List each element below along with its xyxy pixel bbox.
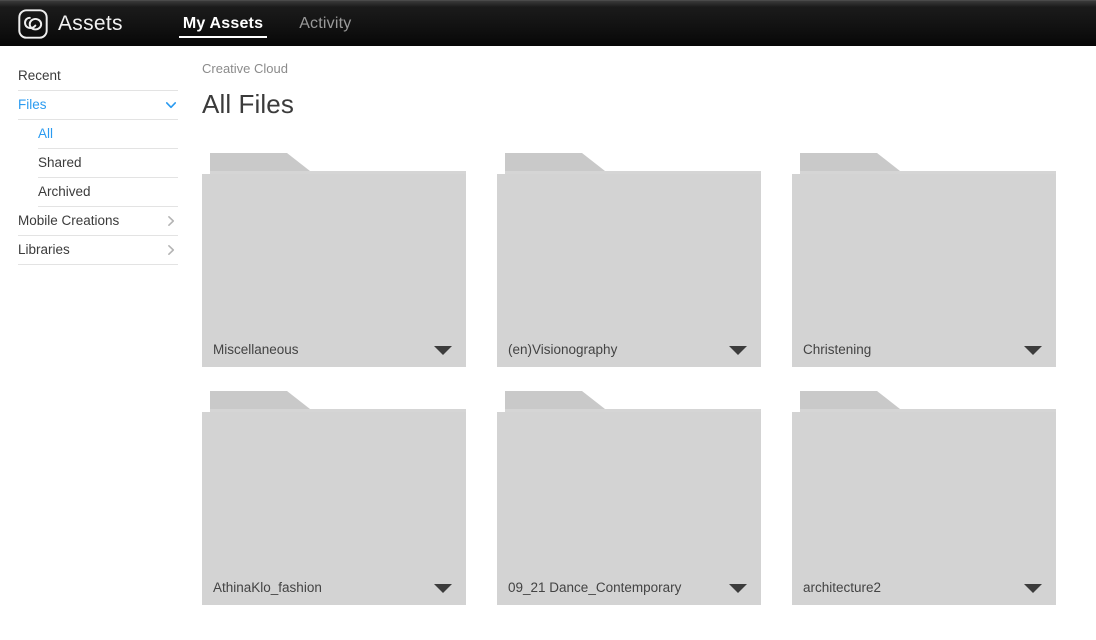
folder-thumbnail: Christening: [792, 174, 1056, 367]
caret-down-icon[interactable]: [1024, 583, 1042, 593]
sidebar-item-shared[interactable]: Shared: [38, 149, 178, 178]
folder-label-row: (en)Visionography: [497, 333, 761, 367]
folder-thumbnail: (en)Visionography: [497, 174, 761, 367]
sidebar-item-label: Recent: [18, 68, 61, 84]
caret-down-icon[interactable]: [1024, 345, 1042, 355]
sidebar-item-archived[interactable]: Archived: [38, 178, 178, 207]
folder-tab-area: [202, 391, 466, 412]
folder-label-row: Christening: [792, 333, 1056, 367]
folder-name: AthinaKlo_fashion: [213, 581, 322, 595]
folder-tab-icon: [210, 153, 310, 171]
top-navigation-bar: Assets My Assets Activity: [0, 0, 1096, 46]
tab-activity[interactable]: Activity: [295, 1, 355, 47]
folder-thumbnail: architecture2: [792, 412, 1056, 605]
folder-tab-area: [497, 153, 761, 174]
folder-card[interactable]: 09_21 Dance_Contemporary: [497, 391, 761, 605]
caret-down-icon[interactable]: [729, 583, 747, 593]
folder-label-row: AthinaKlo_fashion: [202, 571, 466, 605]
folder-tab-area: [792, 391, 1056, 412]
sidebar-item-label: Mobile Creations: [18, 213, 120, 229]
sidebar: Recent Files All Shared Archived Mobile …: [0, 46, 196, 640]
chevron-right-icon[interactable]: [164, 214, 178, 228]
folder-card[interactable]: architecture2: [792, 391, 1056, 605]
folder-grid: Miscellaneous (en)Visionography Christen…: [202, 153, 1080, 605]
chevron-down-icon[interactable]: [164, 98, 178, 112]
page-content: Recent Files All Shared Archived Mobile …: [0, 46, 1096, 640]
caret-down-icon[interactable]: [729, 345, 747, 355]
folder-tab-icon: [800, 391, 900, 409]
folder-card[interactable]: AthinaKlo_fashion: [202, 391, 466, 605]
folder-thumbnail: Miscellaneous: [202, 174, 466, 367]
sidebar-item-label: Shared: [38, 155, 82, 171]
folder-card[interactable]: (en)Visionography: [497, 153, 761, 367]
folder-thumbnail: AthinaKlo_fashion: [202, 412, 466, 605]
folder-card[interactable]: Christening: [792, 153, 1056, 367]
folder-tab-icon: [505, 153, 605, 171]
creative-cloud-logo-icon[interactable]: [18, 8, 48, 39]
folder-card[interactable]: Miscellaneous: [202, 153, 466, 367]
sidebar-item-label: All: [38, 126, 54, 142]
caret-down-icon[interactable]: [434, 583, 452, 593]
folder-tab-icon: [800, 153, 900, 171]
folder-tab-area: [202, 153, 466, 174]
folder-tab-icon: [210, 391, 310, 409]
sidebar-item-label: Libraries: [18, 242, 70, 258]
caret-down-icon[interactable]: [434, 345, 452, 355]
breadcrumb[interactable]: Creative Cloud: [202, 62, 288, 75]
folder-thumbnail: 09_21 Dance_Contemporary: [497, 412, 761, 605]
folder-tab-icon: [505, 391, 605, 409]
folder-label-row: 09_21 Dance_Contemporary: [497, 571, 761, 605]
folder-label-row: Miscellaneous: [202, 333, 466, 367]
main-panel: Creative Cloud All Files Miscellaneous (…: [196, 46, 1096, 640]
folder-name: 09_21 Dance_Contemporary: [508, 581, 682, 595]
sidebar-item-label: Archived: [38, 184, 91, 200]
folder-name: Miscellaneous: [213, 343, 299, 357]
sidebar-item-recent[interactable]: Recent: [18, 62, 178, 91]
tab-my-assets[interactable]: My Assets: [178, 1, 268, 47]
sidebar-item-mobile-creations[interactable]: Mobile Creations: [18, 207, 178, 236]
folder-tab-area: [792, 153, 1056, 174]
sidebar-item-libraries[interactable]: Libraries: [18, 236, 178, 265]
sidebar-item-label: Files: [18, 97, 47, 113]
sidebar-item-files[interactable]: Files: [18, 91, 178, 120]
nav-tab-list: My Assets Activity: [178, 1, 356, 47]
sidebar-item-all[interactable]: All: [38, 120, 178, 149]
folder-label-row: architecture2: [792, 571, 1056, 605]
folder-tab-area: [497, 391, 761, 412]
folder-name: architecture2: [803, 581, 882, 595]
folder-name: Christening: [803, 343, 872, 357]
brand-title: Assets: [58, 12, 123, 35]
page-title: All Files: [202, 89, 294, 119]
chevron-right-icon[interactable]: [164, 243, 178, 257]
folder-name: (en)Visionography: [508, 343, 618, 357]
